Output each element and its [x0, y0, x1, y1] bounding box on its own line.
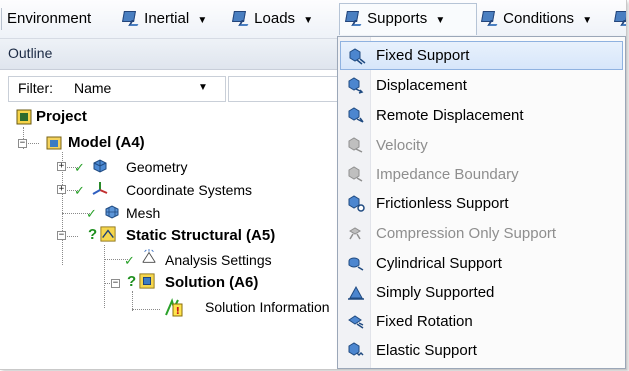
expand-icon[interactable]: + — [57, 162, 66, 171]
menu-item-label: Remote Displacement — [376, 107, 524, 124]
question-mark-icon: ? — [127, 273, 137, 290]
chevron-down-icon: ▼ — [435, 15, 446, 26]
solution-icon — [139, 273, 155, 289]
loads-icon — [232, 10, 248, 26]
supports-dropdown-menu: Fixed Support Displacement Remote Displa… — [337, 36, 626, 369]
menu-item-label: Velocity — [376, 137, 428, 154]
menu-item-label: Displacement — [376, 77, 467, 94]
loads-menu-button[interactable]: Loads ▼ — [232, 6, 313, 32]
impedance-boundary-icon — [348, 166, 363, 182]
tree-node-solution[interactable]: Solution (A6) — [165, 272, 258, 294]
model-icon — [46, 136, 62, 150]
filter-type-select[interactable]: Name ▼ — [74, 77, 224, 99]
check-icon: ✓ — [74, 160, 85, 175]
chevron-down-icon: ▼ — [198, 82, 208, 93]
tree-node-coordinate-systems[interactable]: Coordinate Systems — [126, 179, 252, 201]
displacement-icon — [348, 77, 364, 94]
collapse-icon[interactable]: − — [111, 279, 120, 288]
tool-icon — [614, 10, 626, 26]
menu-item-label: Elastic Support — [376, 342, 477, 359]
loads-label: Loads — [254, 10, 296, 27]
conditions-label: Conditions — [503, 10, 575, 27]
project-icon — [16, 109, 32, 125]
menu-item-simply-supported[interactable]: Simply Supported — [340, 278, 623, 307]
toolbar-separator — [1, 8, 2, 30]
check-icon: ✓ — [86, 206, 97, 221]
analysis-settings-icon — [142, 249, 156, 263]
filter-label: Filter: — [18, 80, 53, 96]
conditions-icon — [481, 10, 497, 26]
menu-item-fixed-rotation[interactable]: Fixed Rotation — [340, 307, 623, 336]
menu-item-frictionless-support[interactable]: Frictionless Support — [340, 189, 623, 218]
menu-item-fixed-support[interactable]: Fixed Support — [340, 41, 623, 70]
menu-item-label: Cylindrical Support — [376, 255, 502, 272]
chevron-down-icon: ▼ — [582, 15, 593, 26]
fixed-support-icon — [349, 48, 366, 65]
environment-label: Environment — [7, 10, 92, 27]
supports-label: Supports — [367, 10, 428, 27]
menu-item-impedance-boundary[interactable]: Impedance Boundary — [340, 160, 623, 189]
menu-item-label: Simply Supported — [376, 284, 495, 301]
coordinate-systems-icon — [92, 182, 108, 195]
menu-item-remote-displacement[interactable]: Remote Displacement — [340, 101, 623, 130]
menu-item-label: Frictionless Support — [376, 195, 509, 212]
simply-supported-icon — [348, 285, 364, 300]
conditions-menu-button[interactable]: Conditions ▼ — [481, 6, 592, 32]
tree-connector — [132, 309, 160, 310]
geometry-icon — [93, 159, 107, 173]
chevron-down-icon: ▼ — [303, 15, 314, 26]
menu-item-velocity[interactable]: Velocity — [340, 131, 623, 160]
menu-item-label: Fixed Support — [376, 47, 470, 64]
tree-node-project[interactable]: Project — [36, 106, 87, 128]
remote-displacement-icon — [348, 107, 364, 123]
check-icon: ✓ — [74, 183, 85, 198]
app-window: Environment Inertial ▼ Loads ▼ Supports … — [0, 0, 627, 370]
menu-item-label: Impedance Boundary — [376, 166, 519, 183]
inertial-label: Inertial — [144, 10, 190, 27]
collapse-icon[interactable]: − — [18, 139, 27, 148]
mesh-icon — [105, 205, 119, 219]
overflow-tool-icon[interactable] — [614, 6, 626, 32]
svg-text:!: ! — [176, 306, 181, 317]
elastic-support-icon — [348, 342, 364, 357]
tree-node-mesh[interactable]: Mesh — [126, 202, 160, 224]
chevron-down-icon: ▼ — [197, 15, 208, 26]
tree-connector — [104, 245, 105, 308]
question-mark-icon: ? — [88, 226, 98, 243]
check-icon: ✓ — [124, 253, 135, 268]
inertial-menu-button[interactable]: Inertial ▼ — [122, 6, 207, 32]
filter-search-input[interactable] — [228, 76, 338, 102]
tree-node-solution-information[interactable]: Solution Information — [205, 296, 330, 318]
tree-node-analysis-settings[interactable]: Analysis Settings — [165, 249, 272, 271]
menu-item-cylindrical-support[interactable]: Cylindrical Support — [340, 249, 623, 278]
cylindrical-support-icon — [348, 257, 364, 271]
static-structural-icon — [100, 226, 116, 242]
supports-menu-button[interactable]: Supports ▼ — [345, 6, 445, 32]
solution-information-icon: ! — [165, 298, 183, 317]
menu-item-displacement[interactable]: Displacement — [340, 71, 623, 100]
tree-node-static-structural[interactable]: Static Structural (A5) — [126, 225, 275, 247]
menu-item-compression-only-support[interactable]: Compression Only Support — [340, 219, 623, 248]
frictionless-support-icon — [348, 195, 365, 212]
tree-node-geometry[interactable]: Geometry — [126, 156, 187, 178]
environment-menu-button[interactable]: Environment — [5, 6, 91, 32]
collapse-icon[interactable]: − — [57, 231, 66, 240]
menu-item-label: Fixed Rotation — [376, 313, 473, 330]
outline-title: Outline — [8, 45, 53, 61]
filter-type-value: Name — [74, 80, 112, 96]
velocity-icon — [348, 137, 363, 153]
tree-connector — [132, 291, 133, 311]
supports-icon — [345, 10, 361, 26]
fixed-rotation-icon — [348, 315, 364, 329]
compression-only-support-icon — [349, 227, 361, 240]
inertial-icon — [122, 10, 138, 26]
expand-icon[interactable]: + — [57, 185, 66, 194]
context-toolbar: Environment Inertial ▼ Loads ▼ Supports … — [0, 0, 626, 39]
menu-item-elastic-support[interactable]: Elastic Support — [340, 336, 623, 365]
menu-item-label: Compression Only Support — [376, 225, 557, 242]
tree-node-model[interactable]: Model (A4) — [68, 132, 145, 154]
